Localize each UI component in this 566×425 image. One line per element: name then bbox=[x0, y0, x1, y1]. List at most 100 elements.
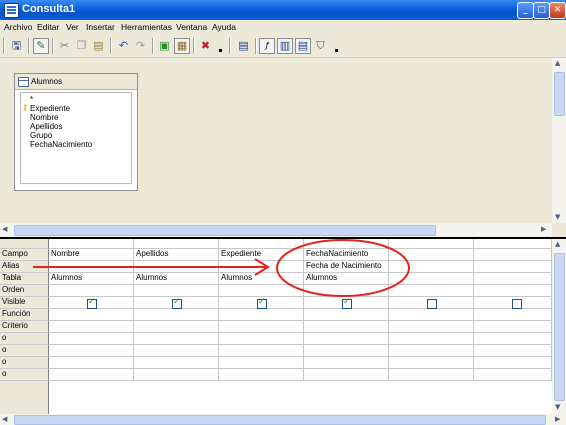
cell-criterio[interactable] bbox=[304, 321, 389, 333]
visible-checkbox[interactable] bbox=[427, 299, 437, 309]
visible-checkbox[interactable] bbox=[342, 297, 352, 309]
grid-horizontal-scrollbar[interactable]: ◀ ▶ bbox=[0, 414, 566, 425]
menu-archivo[interactable]: Archivo bbox=[4, 22, 32, 32]
field-item[interactable]: Nombre bbox=[30, 113, 58, 122]
cell-criterio[interactable] bbox=[49, 321, 134, 333]
row-header-alias[interactable]: Alias bbox=[0, 261, 49, 273]
menu-ventana[interactable]: Ventana bbox=[176, 22, 207, 32]
cell-o[interactable] bbox=[474, 369, 552, 381]
cell-o[interactable] bbox=[49, 369, 134, 381]
field-item[interactable]: Grupo bbox=[30, 131, 52, 140]
column-header[interactable] bbox=[134, 239, 219, 249]
cell-o[interactable] bbox=[389, 345, 474, 357]
row-header-funcion[interactable]: Función bbox=[0, 309, 49, 321]
dropdown-arrow-icon[interactable] bbox=[219, 49, 222, 52]
cell-campo[interactable]: FechaNacimiento bbox=[304, 249, 389, 261]
row-header-o[interactable]: o bbox=[0, 357, 49, 369]
row-header-campo[interactable]: Campo bbox=[0, 249, 49, 261]
cell-o[interactable] bbox=[134, 333, 219, 345]
menu-herramientas[interactable]: Herramientas bbox=[121, 22, 172, 32]
close-button[interactable]: ✕ bbox=[549, 2, 566, 19]
maximize-button[interactable]: □ bbox=[533, 2, 550, 19]
cell-alias[interactable] bbox=[134, 261, 219, 273]
cell-alias[interactable] bbox=[474, 261, 552, 273]
row-header-tabla[interactable]: Tabla bbox=[0, 273, 49, 285]
cell-tabla[interactable]: Alumnos bbox=[219, 273, 304, 285]
column-header[interactable] bbox=[389, 239, 474, 249]
delete-icon[interactable]: ✖ bbox=[198, 38, 213, 53]
scroll-thumb[interactable] bbox=[14, 415, 546, 425]
cell-funcion[interactable] bbox=[474, 309, 552, 321]
cell-campo[interactable] bbox=[389, 249, 474, 261]
cell-o[interactable] bbox=[49, 345, 134, 357]
cell-alias[interactable]: Fecha de Nacimiento bbox=[304, 261, 389, 273]
visible-checkbox[interactable] bbox=[512, 299, 522, 309]
column-header[interactable] bbox=[219, 239, 304, 249]
scroll-up-icon[interactable]: ▲ bbox=[555, 59, 560, 67]
cell-criterio[interactable] bbox=[219, 321, 304, 333]
cell-tabla[interactable]: Alumnos bbox=[49, 273, 134, 285]
column-header[interactable] bbox=[304, 239, 389, 249]
cell-funcion[interactable] bbox=[389, 309, 474, 321]
field-item[interactable]: Apellidos bbox=[30, 122, 62, 131]
scroll-thumb[interactable] bbox=[14, 225, 436, 236]
cell-o[interactable] bbox=[134, 357, 219, 369]
design-vertical-scrollbar[interactable]: ▲ ▼ bbox=[552, 58, 566, 223]
cell-alias[interactable] bbox=[49, 261, 134, 273]
table-name-icon[interactable]: ▥ bbox=[277, 38, 293, 54]
field-item[interactable]: Expediente bbox=[30, 104, 70, 113]
cell-o[interactable] bbox=[219, 345, 304, 357]
cell-orden[interactable] bbox=[474, 285, 552, 297]
cell-orden[interactable] bbox=[304, 285, 389, 297]
row-header-o[interactable]: o bbox=[0, 345, 49, 357]
cell-orden[interactable] bbox=[389, 285, 474, 297]
cell-o[interactable] bbox=[219, 357, 304, 369]
cell-funcion[interactable] bbox=[304, 309, 389, 321]
scroll-down-icon[interactable]: ▼ bbox=[555, 213, 560, 221]
cell-o[interactable] bbox=[474, 333, 552, 345]
column-header[interactable] bbox=[474, 239, 552, 249]
scroll-left-icon[interactable]: ◀ bbox=[2, 225, 7, 233]
visible-checkbox[interactable] bbox=[257, 297, 267, 309]
field-list[interactable]: * ⚷ Expediente Nombre Apellidos Grupo Fe… bbox=[20, 92, 132, 184]
cell-tabla[interactable]: Alumnos bbox=[134, 273, 219, 285]
row-header-orden[interactable]: Orden bbox=[0, 285, 49, 297]
cell-tabla[interactable] bbox=[389, 273, 474, 285]
paste-icon[interactable]: ▤ bbox=[91, 38, 106, 53]
cell-o[interactable] bbox=[134, 369, 219, 381]
app-icon[interactable] bbox=[4, 3, 19, 18]
scroll-thumb[interactable] bbox=[554, 72, 565, 116]
design-horizontal-scrollbar[interactable]: ◀ ▶ bbox=[0, 223, 552, 237]
cell-funcion[interactable] bbox=[134, 309, 219, 321]
cell-o[interactable] bbox=[134, 345, 219, 357]
cell-alias[interactable] bbox=[219, 261, 304, 273]
cell-o[interactable] bbox=[304, 357, 389, 369]
row-header-o[interactable]: o bbox=[0, 369, 49, 381]
cell-funcion[interactable] bbox=[219, 309, 304, 321]
cell-funcion[interactable] bbox=[49, 309, 134, 321]
cell-orden[interactable] bbox=[134, 285, 219, 297]
cell-o[interactable] bbox=[389, 333, 474, 345]
dropdown-arrow-icon[interactable] bbox=[335, 49, 338, 52]
table-window-header[interactable]: Alumnos bbox=[15, 74, 137, 90]
copy-icon[interactable]: ❐ bbox=[74, 38, 89, 53]
table-window-alumnos[interactable]: Alumnos * ⚷ Expediente Nombre Apellidos … bbox=[14, 73, 138, 191]
row-header-o[interactable]: o bbox=[0, 333, 49, 345]
cell-o[interactable] bbox=[304, 345, 389, 357]
cell-o[interactable] bbox=[49, 333, 134, 345]
scroll-right-icon[interactable]: ▶ bbox=[555, 415, 560, 423]
cell-o[interactable] bbox=[49, 357, 134, 369]
functions-icon[interactable]: ƒ bbox=[259, 38, 275, 54]
menu-ver[interactable]: Ver bbox=[66, 22, 79, 32]
cell-o[interactable] bbox=[389, 357, 474, 369]
field-item[interactable]: * bbox=[30, 95, 33, 104]
query-design-grid[interactable]: Campo Alias Tabla Orden Visible Función … bbox=[0, 239, 552, 414]
cell-o[interactable] bbox=[304, 369, 389, 381]
menu-editar[interactable]: Editar bbox=[37, 22, 59, 32]
cell-orden[interactable] bbox=[219, 285, 304, 297]
visible-checkbox[interactable] bbox=[87, 297, 97, 309]
cell-campo[interactable]: Expediente bbox=[219, 249, 304, 261]
cell-o[interactable] bbox=[304, 333, 389, 345]
row-header-visible[interactable]: Visible bbox=[0, 297, 49, 309]
menu-insertar[interactable]: Insertar bbox=[86, 22, 115, 32]
